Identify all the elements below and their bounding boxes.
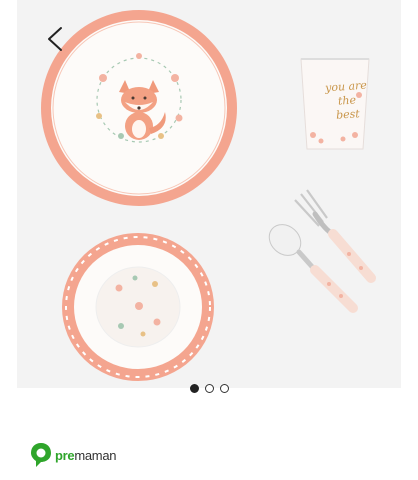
- back-button[interactable]: [39, 22, 73, 56]
- cup-print-text: you are the best: [324, 78, 368, 122]
- brand-logo[interactable]: premaman: [30, 442, 117, 468]
- pagination-dot-2[interactable]: [204, 384, 214, 393]
- bowl-image: [62, 233, 214, 381]
- pagination-dot-3[interactable]: [219, 384, 229, 393]
- brand-name: premaman: [55, 447, 117, 463]
- cutlery-image: [268, 189, 376, 313]
- chevron-left-icon: [48, 27, 62, 51]
- gallery-pagination: [0, 384, 418, 396]
- product-image-gallery[interactable]: you are the best: [17, 0, 401, 388]
- premaman-logo-icon: [31, 443, 51, 467]
- pagination-dot-1[interactable]: [189, 384, 199, 393]
- product-image-screen: you are the best premaman: [0, 0, 418, 480]
